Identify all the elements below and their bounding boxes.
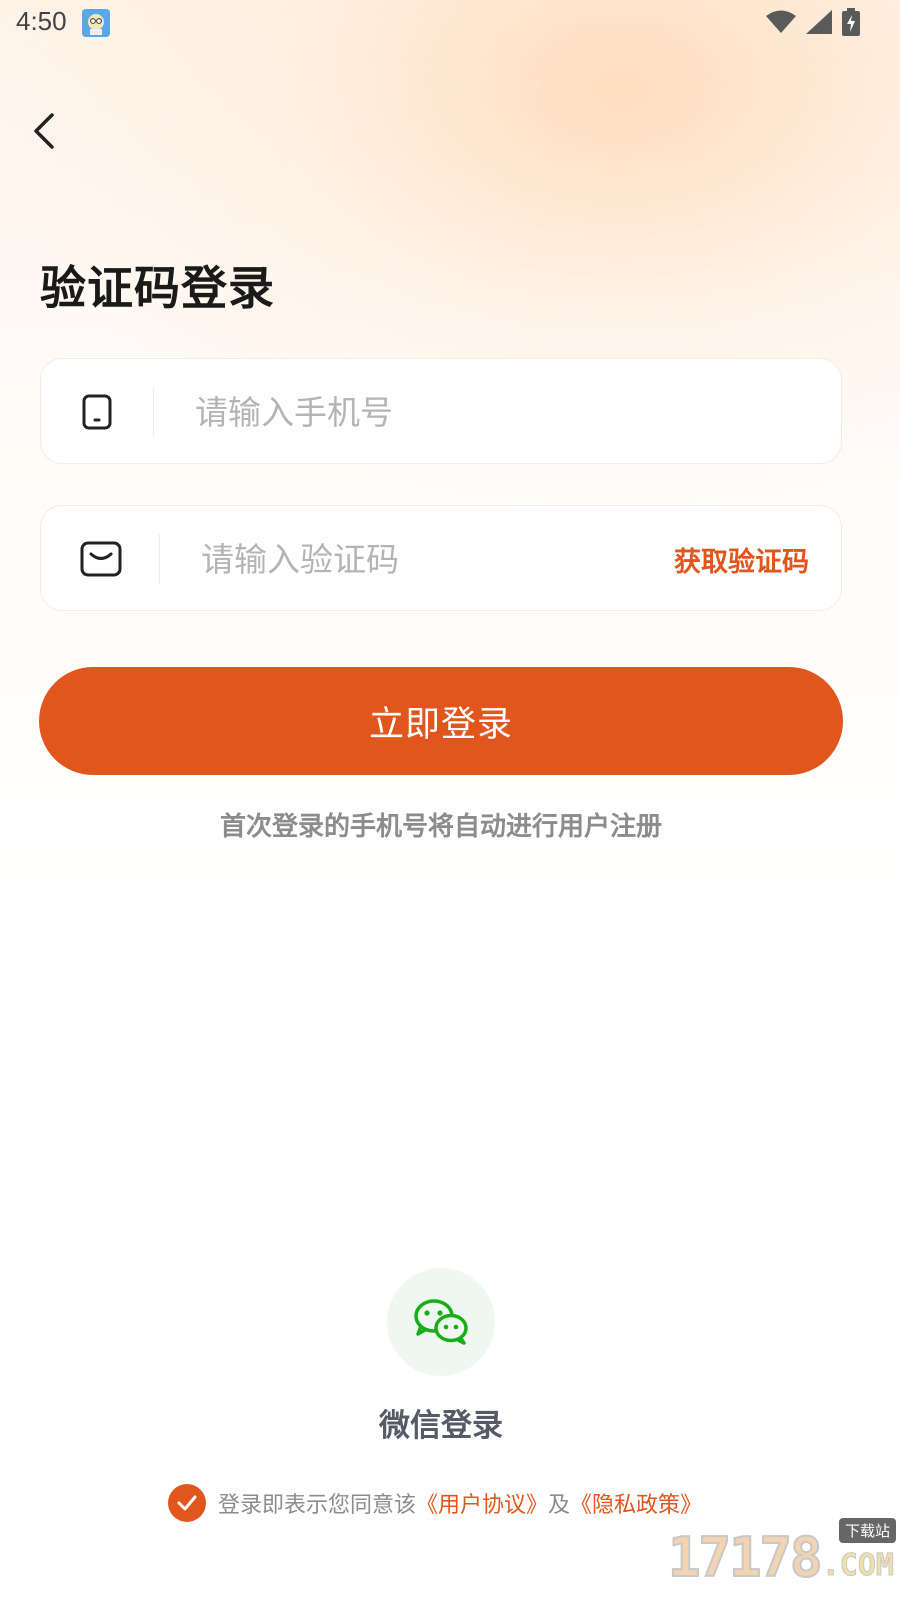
register-hint: 首次登录的手机号将自动进行用户注册 [219,812,662,842]
wechat-login-button[interactable] [387,1268,495,1376]
verification-code-input[interactable] [201,534,641,584]
status-time: 4:50 [16,6,67,36]
watermark-badge: 下载站 [838,1518,896,1543]
chevron-left-icon [22,113,70,161]
get-code-button[interactable]: 获取验证码 [674,540,809,579]
field-divider [159,534,160,584]
page-title: 验证码登录 [40,261,275,315]
phone-field [40,358,842,464]
phone-icon [81,392,113,436]
field-divider [153,387,154,437]
wifi-icon [766,10,796,38]
verification-code-field: 获取验证码 [40,505,842,611]
login-button[interactable]: 立即登录 [39,667,843,775]
agreement-row: 登录即表示您同意该 《用户协议》 及 《隐私政策》 [168,1484,702,1522]
watermark-digits: 17178 [667,1525,824,1590]
back-button[interactable] [22,105,70,157]
user-agreement-link[interactable]: 《用户协议》 [416,1487,548,1519]
status-icons [766,8,860,40]
agreement-conjunction: 及 [548,1493,571,1518]
agreement-checkbox[interactable] [168,1484,206,1522]
status-bar: 4:50 [0,0,900,48]
message-icon [79,539,123,583]
cellular-signal-icon [806,10,832,38]
agreement-prefix: 登录即表示您同意该 [218,1493,417,1518]
phone-input[interactable] [195,387,795,437]
watermark-suffix: .COM [821,1548,894,1584]
watermark-logo: 17178 下载站 .COM [667,1508,898,1598]
wechat-login-label[interactable]: 微信登录 [0,1400,882,1445]
app-notification-icon [82,9,110,37]
battery-charging-icon [842,8,860,40]
